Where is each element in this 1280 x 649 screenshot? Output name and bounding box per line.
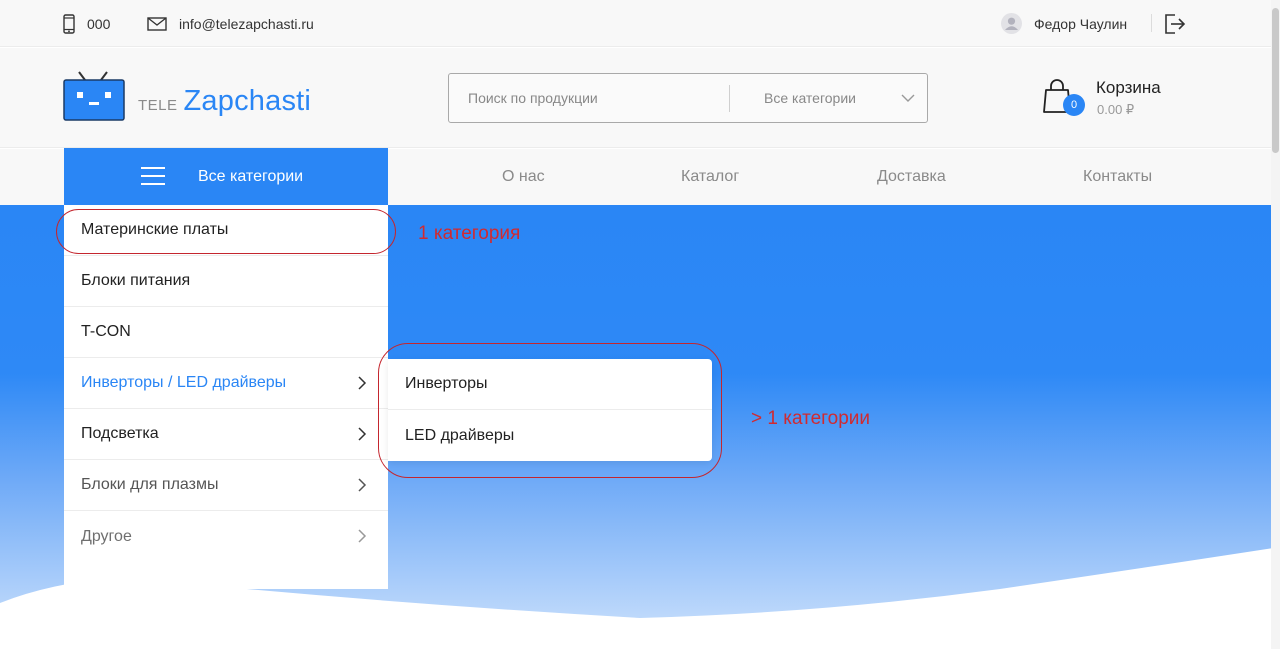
chevron-right-icon — [358, 427, 367, 441]
logo-prefix: TELE — [138, 97, 178, 114]
category-label: Материнские платы — [81, 221, 229, 238]
all-categories-label: Все категории — [198, 167, 304, 185]
category-item-motherboards[interactable]: Материнские платы — [64, 205, 388, 256]
nav-link-delivery[interactable]: Доставка — [877, 149, 946, 205]
scrollbar-thumb[interactable] — [1272, 8, 1279, 153]
category-label: T-CON — [81, 323, 131, 340]
user-profile-link[interactable]: Федор Чаулин — [1001, 0, 1127, 47]
submenu-label: LED драйверы — [405, 426, 515, 444]
category-item-plasma-boards[interactable]: Блоки для плазмы — [64, 460, 388, 511]
phone-number: 000 — [87, 15, 111, 32]
category-label: Блоки питания — [81, 272, 191, 289]
annotation-multiple-categories: > 1 категории — [751, 408, 871, 429]
annotation-single-category: 1 категория — [418, 223, 521, 244]
submenu-item-inverters[interactable]: Инверторы — [388, 359, 712, 410]
submenu-item-led-drivers[interactable]: LED драйверы — [388, 410, 712, 461]
email-contact[interactable]: info@telezapchasti.ru — [147, 0, 314, 47]
nav-link-catalog[interactable]: Каталог — [681, 149, 739, 205]
user-name: Федор Чаулин — [1034, 15, 1128, 32]
category-label: Подсветка — [81, 425, 159, 442]
site-logo[interactable]: TELE Zapchasti — [63, 70, 311, 122]
page-scrollbar[interactable] — [1271, 0, 1280, 649]
main-nav: Все категории О нас Каталог Доставка Кон… — [0, 148, 1280, 205]
cart-title: Корзина — [1096, 78, 1161, 97]
submenu-label: Инверторы — [405, 375, 488, 392]
inverters-submenu: Инверторы LED драйверы — [388, 359, 712, 461]
chevron-right-icon — [358, 478, 367, 492]
phone-icon — [63, 13, 75, 34]
search-divider — [729, 85, 730, 112]
top-bar: 000 info@telezapchasti.ru Федор Чаулин — [0, 0, 1280, 47]
category-item-backlight[interactable]: Подсветка — [64, 409, 388, 460]
search-bar: Все категории — [448, 73, 928, 123]
category-item-other[interactable]: Другое — [64, 511, 388, 562]
category-item-power-supplies[interactable]: Блоки питания — [64, 256, 388, 307]
nav-link-contacts[interactable]: Контакты — [1083, 149, 1152, 205]
user-avatar-icon — [1001, 13, 1022, 34]
logout-button[interactable] — [1164, 0, 1186, 47]
chevron-right-icon — [358, 529, 367, 543]
cart-count-badge: 0 — [1063, 94, 1085, 116]
category-label: Блоки для плазмы — [81, 476, 219, 493]
topbar-divider — [1151, 14, 1152, 32]
category-menu: Материнские платы Блоки питания T-CON Ин… — [64, 205, 388, 589]
category-label: Другое — [81, 527, 132, 545]
hamburger-menu-icon — [141, 167, 165, 185]
site-header: TELE Zapchasti Все категории 0 Корзина 0… — [0, 48, 1280, 148]
tv-robot-logo-icon — [63, 71, 125, 121]
nav-link-about[interactable]: О нас — [502, 149, 545, 205]
chevron-down-icon[interactable] — [901, 93, 915, 103]
category-item-t-con[interactable]: T-CON — [64, 307, 388, 358]
chevron-right-icon — [358, 376, 367, 390]
search-input[interactable] — [449, 74, 729, 122]
mail-icon — [147, 16, 167, 31]
phone-contact[interactable]: 000 — [63, 0, 110, 47]
logout-icon — [1165, 13, 1186, 34]
email-address: info@telezapchasti.ru — [179, 15, 314, 32]
search-category-select[interactable]: Все категории — [764, 74, 856, 122]
logo-name: Zapchasti — [183, 85, 312, 117]
cart-total: 0.00 ₽ — [1097, 102, 1135, 117]
all-categories-button[interactable]: Все категории — [64, 148, 388, 205]
category-label: Инверторы / LED драйверы — [81, 374, 287, 391]
cart-widget[interactable]: 0 Корзина 0.00 ₽ — [1043, 76, 1183, 126]
category-item-inverters[interactable]: Инверторы / LED драйверы — [64, 358, 388, 409]
search-category-label: Все категории — [764, 90, 856, 106]
